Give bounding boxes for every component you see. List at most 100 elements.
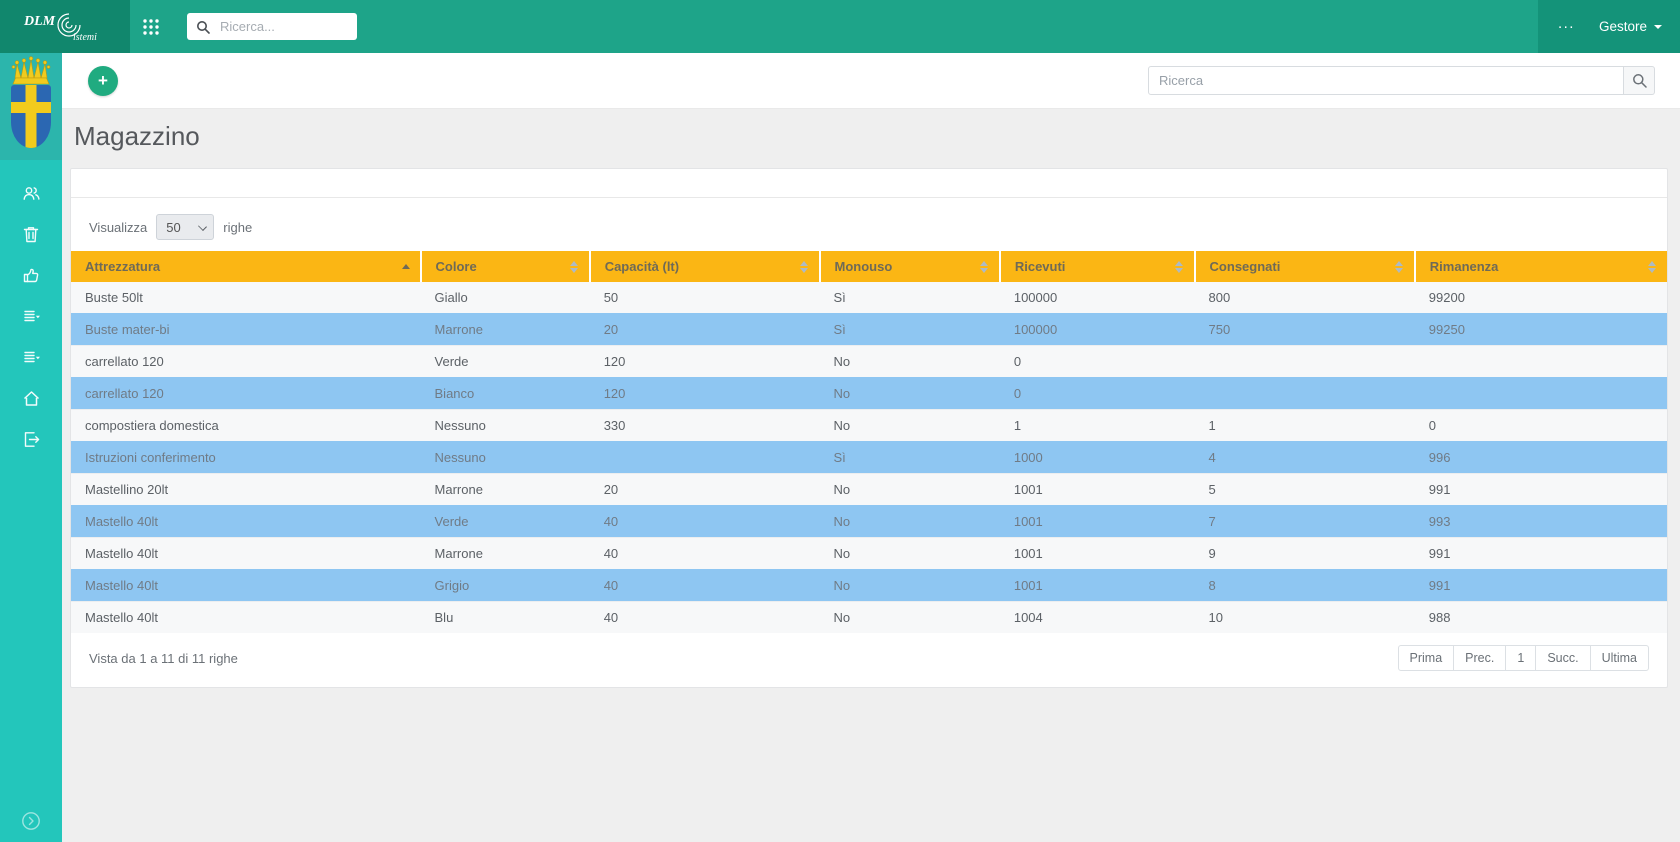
sidebar-item-users[interactable] xyxy=(0,173,62,214)
column-header-colore[interactable]: Colore xyxy=(421,251,590,282)
cell-colore: Marrone xyxy=(421,474,590,506)
cell-attrezzatura: compostiera domestica xyxy=(71,410,421,442)
table-row[interactable]: Mastello 40lt Verde 40 No 1001 7 993 xyxy=(71,506,1667,538)
table-header-row: Attrezzatura Colore Capacità (lt) M xyxy=(71,251,1667,282)
table-row[interactable]: Mastello 40lt Grigio 40 No 1001 8 991 xyxy=(71,570,1667,602)
thumbs-up-icon xyxy=(22,266,41,285)
cell-colore: Blu xyxy=(421,602,590,634)
sidebar xyxy=(0,53,62,842)
table-row[interactable]: carrellato 120 Bianco 120 No 0 xyxy=(71,378,1667,410)
table-row[interactable]: Buste 50lt Giallo 50 Sì 100000 800 99200 xyxy=(71,282,1667,314)
cell-consegnati: 750 xyxy=(1195,314,1415,346)
municipality-crest-logo[interactable] xyxy=(0,53,62,160)
cell-colore: Marrone xyxy=(421,538,590,570)
table-row[interactable]: Istruzioni conferimento Nessuno Sì 1000 … xyxy=(71,442,1667,474)
cell-capacita: 20 xyxy=(590,314,820,346)
cell-attrezzatura: Mastello 40lt xyxy=(71,506,421,538)
cell-consegnati: 4 xyxy=(1195,442,1415,474)
cell-monouso: No xyxy=(820,346,1000,378)
table-row[interactable]: compostiera domestica Nessuno 330 No 1 1… xyxy=(71,410,1667,442)
cell-colore: Nessuno xyxy=(421,410,590,442)
table-row[interactable]: Mastellino 20lt Marrone 20 No 1001 5 991 xyxy=(71,474,1667,506)
cell-capacita: 330 xyxy=(590,410,820,442)
sidebar-expand-button[interactable] xyxy=(0,809,62,833)
page-size-select[interactable]: 50 xyxy=(156,214,214,240)
sidebar-item-approvals[interactable] xyxy=(0,255,62,296)
home-icon xyxy=(22,389,41,408)
cell-colore: Verde xyxy=(421,506,590,538)
cell-attrezzatura: carrellato 120 xyxy=(71,378,421,410)
pagination-prev[interactable]: Prec. xyxy=(1453,645,1506,671)
table-row[interactable]: carrellato 120 Verde 120 No 0 xyxy=(71,346,1667,378)
table-row[interactable]: Mastello 40lt Marrone 40 No 1001 9 991 xyxy=(71,538,1667,570)
list-dropdown-icon xyxy=(22,348,41,367)
cell-monouso: No xyxy=(820,538,1000,570)
sort-icon xyxy=(1648,261,1657,273)
cell-ricevuti: 1000 xyxy=(1000,442,1195,474)
cell-ricevuti: 100000 xyxy=(1000,282,1195,314)
column-header-consegnati[interactable]: Consegnati xyxy=(1195,251,1415,282)
caret-down-icon xyxy=(1654,25,1662,29)
cell-monouso: Sì xyxy=(820,314,1000,346)
sidebar-item-trash[interactable] xyxy=(0,214,62,255)
trash-icon xyxy=(22,225,40,244)
cell-rimanenza xyxy=(1415,378,1667,410)
cell-rimanenza: 99250 xyxy=(1415,314,1667,346)
cell-consegnati: 1 xyxy=(1195,410,1415,442)
shield-cross-icon xyxy=(11,85,51,148)
cell-ricevuti: 0 xyxy=(1000,346,1195,378)
pagination-last[interactable]: Ultima xyxy=(1590,645,1649,671)
cell-monouso: No xyxy=(820,506,1000,538)
table-body: Buste 50lt Giallo 50 Sì 100000 800 99200… xyxy=(71,282,1667,633)
cell-consegnati: 5 xyxy=(1195,474,1415,506)
pagination-next[interactable]: Succ. xyxy=(1535,645,1590,671)
sort-icon xyxy=(570,261,579,273)
sidebar-item-list-2[interactable] xyxy=(0,337,62,378)
column-header-capacita[interactable]: Capacità (lt) xyxy=(590,251,820,282)
cell-rimanenza: 991 xyxy=(1415,570,1667,602)
table-footer: Vista da 1 a 11 di 11 righe Prima Prec. … xyxy=(71,633,1667,687)
sort-icon xyxy=(980,261,989,273)
cell-ricevuti: 1001 xyxy=(1000,506,1195,538)
sidebar-item-home[interactable] xyxy=(0,378,62,419)
pagination-page-1[interactable]: 1 xyxy=(1505,645,1536,671)
cell-rimanenza: 993 xyxy=(1415,506,1667,538)
content-search-input[interactable] xyxy=(1148,66,1624,95)
brand-text-dlm: DLM xyxy=(23,14,56,29)
search-icon xyxy=(196,20,210,34)
column-header-ricevuti[interactable]: Ricevuti xyxy=(1000,251,1195,282)
table-row[interactable]: Mastello 40lt Blu 40 No 1004 10 988 xyxy=(71,602,1667,634)
cell-rimanenza: 996 xyxy=(1415,442,1667,474)
cell-colore: Grigio xyxy=(421,570,590,602)
user-menu[interactable]: Gestore xyxy=(1591,0,1680,53)
cell-ricevuti: 1001 xyxy=(1000,538,1195,570)
table-card: Visualizza 50 righe Attrezzatura xyxy=(70,168,1668,688)
sidebar-item-list-1[interactable] xyxy=(0,296,62,337)
toolbar: + xyxy=(62,53,1680,109)
cell-ricevuti: 100000 xyxy=(1000,314,1195,346)
apps-grid-button[interactable] xyxy=(134,10,168,44)
column-header-monouso[interactable]: Monouso xyxy=(820,251,1000,282)
cell-rimanenza: 99200 xyxy=(1415,282,1667,314)
page-size-select-wrap: 50 xyxy=(156,214,214,240)
cell-attrezzatura: Buste 50lt xyxy=(71,282,421,314)
cell-capacita: 120 xyxy=(590,346,820,378)
sidebar-item-logout[interactable] xyxy=(0,419,62,460)
navbar-search-input[interactable] xyxy=(218,18,348,35)
cell-rimanenza: 0 xyxy=(1415,410,1667,442)
cell-ricevuti: 1001 xyxy=(1000,570,1195,602)
add-button[interactable]: + xyxy=(88,66,118,96)
cell-rimanenza: 988 xyxy=(1415,602,1667,634)
crown-icon xyxy=(8,55,54,86)
more-menu[interactable]: ... xyxy=(1538,0,1591,53)
column-header-rimanenza[interactable]: Rimanenza xyxy=(1415,251,1667,282)
brand-logo[interactable]: DLM istemi xyxy=(0,0,130,53)
cell-colore: Bianco xyxy=(421,378,590,410)
cell-capacita xyxy=(590,442,820,474)
table-row[interactable]: Buste mater-bi Marrone 20 Sì 100000 750 … xyxy=(71,314,1667,346)
content-search-button[interactable] xyxy=(1624,66,1655,95)
column-header-attrezzatura[interactable]: Attrezzatura xyxy=(71,251,421,282)
cell-attrezzatura: Buste mater-bi xyxy=(71,314,421,346)
pagination-first[interactable]: Prima xyxy=(1398,645,1455,671)
main-content: + Magazzino Visualizza 50 xyxy=(62,53,1680,842)
